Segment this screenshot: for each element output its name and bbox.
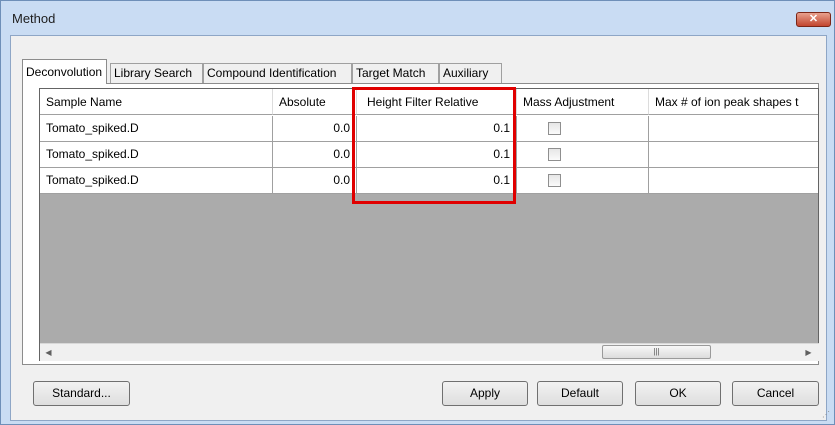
max-ion-peak-shapes-cell[interactable] <box>649 142 818 168</box>
title-bar[interactable]: Method ✕ <box>1 1 834 35</box>
ok-button[interactable]: OK <box>635 381 721 406</box>
mass-adjustment-cell <box>517 168 649 194</box>
column-header-absolute[interactable]: Absolute <box>273 89 357 115</box>
sample-name-cell[interactable]: Tomato_spiked.D <box>40 142 273 168</box>
column-header-max-ion-peak-shapes[interactable]: Max # of ion peak shapes t <box>649 89 818 115</box>
resize-grip-icon[interactable]: ⋰ <box>822 410 830 419</box>
tab-compound-identification[interactable]: Compound Identification <box>203 63 352 83</box>
tab-auxiliary[interactable]: Auxiliary <box>439 63 502 83</box>
mass-adjustment-cell <box>517 142 649 168</box>
sample-name-cell[interactable]: Tomato_spiked.D <box>40 168 273 194</box>
mass-adjustment-checkbox[interactable] <box>548 122 561 135</box>
window-title: Method <box>12 11 56 26</box>
sample-name-cell[interactable]: Tomato_spiked.D <box>40 116 273 142</box>
standard-button[interactable]: Standard... <box>33 381 130 406</box>
apply-button[interactable]: Apply <box>442 381 528 406</box>
grip-icon: ||| <box>653 347 660 356</box>
tab-target-match[interactable]: Target Match <box>352 63 439 83</box>
mass-adjustment-cell <box>517 116 649 142</box>
scrollbar-thumb[interactable]: ||| <box>602 345 711 359</box>
horizontal-scrollbar[interactable]: ◀ ||| ▶ <box>40 343 819 361</box>
column-header-mass-adjustment[interactable]: Mass Adjustment <box>517 89 649 115</box>
mass-adjustment-checkbox[interactable] <box>548 148 561 161</box>
cancel-button[interactable]: Cancel <box>732 381 819 406</box>
close-button[interactable]: ✕ <box>796 12 831 27</box>
absolute-cell[interactable]: 0.0 <box>273 168 357 194</box>
close-icon: ✕ <box>808 13 819 25</box>
scroll-left-icon[interactable]: ◀ <box>40 344 57 361</box>
highlight-box <box>352 87 516 204</box>
max-ion-peak-shapes-cell[interactable] <box>649 116 818 142</box>
absolute-cell[interactable]: 0.0 <box>273 142 357 168</box>
tab-library-search[interactable]: Library Search <box>110 63 203 83</box>
max-ion-peak-shapes-cell[interactable] <box>649 168 818 194</box>
column-header-sample-name[interactable]: Sample Name <box>40 89 273 115</box>
tab-deconvolution[interactable]: Deconvolution <box>22 59 107 84</box>
mass-adjustment-checkbox[interactable] <box>548 174 561 187</box>
default-button[interactable]: Default <box>537 381 623 406</box>
scroll-right-icon[interactable]: ▶ <box>800 344 817 361</box>
absolute-cell[interactable]: 0.0 <box>273 116 357 142</box>
